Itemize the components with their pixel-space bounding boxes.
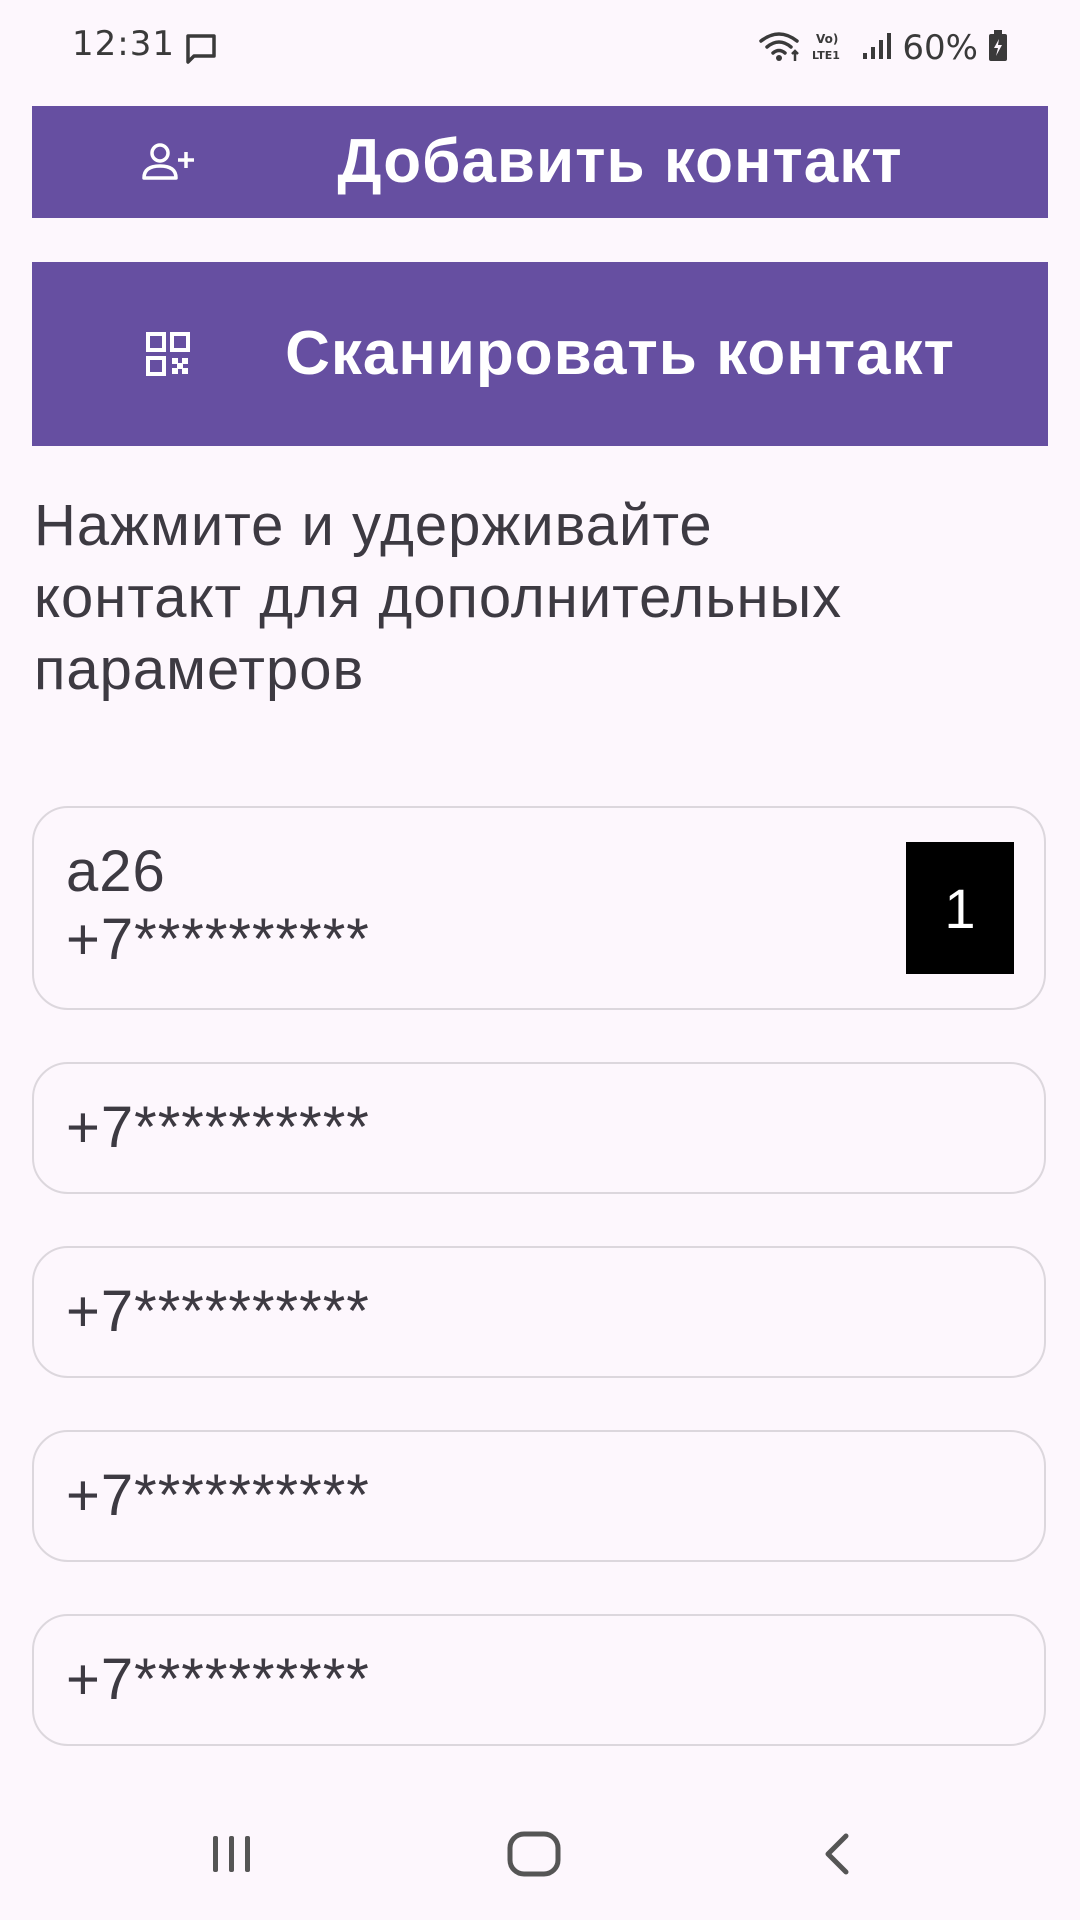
volte-icon: Vo) LTE1 <box>812 29 852 67</box>
status-icons: Vo) LTE1 60% <box>758 26 1008 70</box>
svg-text:LTE1: LTE1 <box>812 49 840 62</box>
recents-icon <box>207 1832 257 1880</box>
add-person-icon <box>140 134 196 190</box>
back-icon <box>818 1830 858 1882</box>
scan-contact-button[interactable]: Сканировать контакт <box>32 262 1048 446</box>
contact-card[interactable]: +7********** <box>32 1614 1046 1746</box>
contact-phone: +7********** <box>66 907 370 972</box>
add-contact-button[interactable]: Добавить контакт <box>32 106 1048 218</box>
contact-phone: +7********** <box>66 1463 370 1528</box>
contact-name: a26 <box>66 839 166 904</box>
signal-icon <box>862 31 892 65</box>
message-icon <box>184 32 218 66</box>
qr-code-icon <box>140 326 196 382</box>
contact-phone: +7********** <box>66 1647 370 1712</box>
status-time: 12:31 <box>72 24 175 64</box>
scan-contact-label: Сканировать контакт <box>285 319 955 388</box>
home-icon <box>506 1830 562 1882</box>
wifi-icon <box>758 29 802 67</box>
contact-card[interactable]: +7********** <box>32 1430 1046 1562</box>
home-button[interactable] <box>494 1826 574 1886</box>
hint-text: Нажмите и удерживайте контакт для дополн… <box>34 493 843 702</box>
contact-phone: +7********** <box>66 1095 370 1160</box>
contact-card[interactable]: a26 +7********** 1 <box>32 806 1046 1010</box>
navigation-bar <box>0 1796 1080 1920</box>
contact-card[interactable]: +7********** <box>32 1062 1046 1194</box>
battery-icon <box>988 30 1008 66</box>
contact-card[interactable]: +7********** <box>32 1246 1046 1378</box>
add-contact-label: Добавить контакт <box>337 127 903 196</box>
recents-button[interactable] <box>192 1826 272 1886</box>
count-badge: 1 <box>906 842 1014 974</box>
contact-phone: +7********** <box>66 1279 370 1344</box>
back-button[interactable] <box>798 1826 878 1886</box>
battery-percent: 60% <box>902 28 978 68</box>
status-bar: 12:31 Vo) LTE1 60% <box>0 0 1080 96</box>
svg-text:Vo): Vo) <box>816 32 838 46</box>
